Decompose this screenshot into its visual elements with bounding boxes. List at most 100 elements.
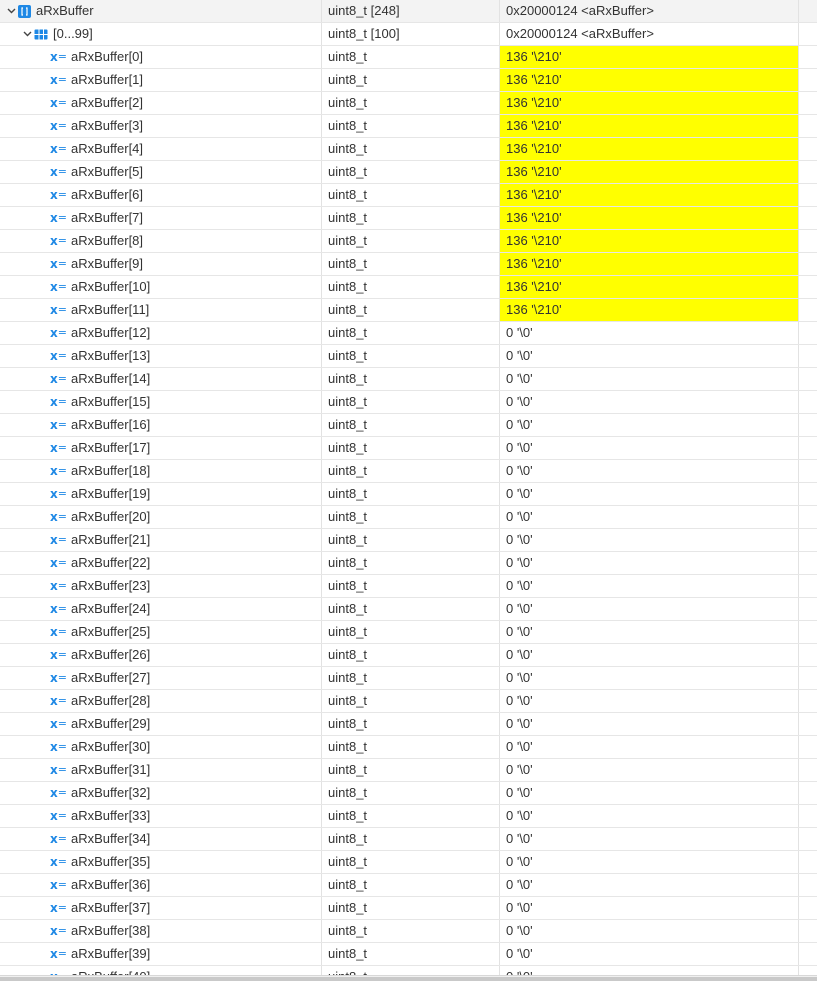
value-cell[interactable]: 0 '\0' bbox=[499, 598, 798, 620]
value-cell[interactable]: 0x20000124 <aRxBuffer> bbox=[499, 23, 798, 45]
tree-row-element[interactable]: x = aRxBuffer[21] uint8_t 0 '\0' bbox=[0, 529, 817, 552]
value-cell[interactable]: 136 '\210' bbox=[499, 230, 798, 252]
variable-name: aRxBuffer[9] bbox=[71, 256, 144, 271]
tree-row-element[interactable]: x = aRxBuffer[36] uint8_t 0 '\0' bbox=[0, 874, 817, 897]
value-cell[interactable]: 0 '\0' bbox=[499, 874, 798, 896]
tree-row-element[interactable]: x = aRxBuffer[26] uint8_t 0 '\0' bbox=[0, 644, 817, 667]
value-cell[interactable]: 136 '\210' bbox=[499, 184, 798, 206]
value-cell[interactable]: 136 '\210' bbox=[499, 138, 798, 160]
tree-row-element[interactable]: x = aRxBuffer[5] uint8_t 136 '\210' bbox=[0, 161, 817, 184]
value-cell[interactable]: 0 '\0' bbox=[499, 644, 798, 666]
tree-row-element[interactable]: x = aRxBuffer[32] uint8_t 0 '\0' bbox=[0, 782, 817, 805]
variable-icon: x= bbox=[50, 234, 67, 248]
value-cell[interactable]: 136 '\210' bbox=[499, 161, 798, 183]
tree-row-element[interactable]: x = aRxBuffer[19] uint8_t 0 '\0' bbox=[0, 483, 817, 506]
value-cell[interactable]: 0 '\0' bbox=[499, 828, 798, 850]
value-cell[interactable]: 0 '\0' bbox=[499, 437, 798, 459]
tree-row-element[interactable]: x = aRxBuffer[16] uint8_t 0 '\0' bbox=[0, 414, 817, 437]
tree-row-root[interactable]: aRxBuffer uint8_t [248] 0x20000124 <aRxB… bbox=[0, 0, 817, 23]
variable-icon: x= bbox=[50, 372, 67, 386]
tree-row-element[interactable]: x = aRxBuffer[20] uint8_t 0 '\0' bbox=[0, 506, 817, 529]
value-cell[interactable]: 0 '\0' bbox=[499, 805, 798, 827]
value-cell[interactable]: 0 '\0' bbox=[499, 851, 798, 873]
chevron-down-icon[interactable] bbox=[4, 0, 18, 22]
tree-row-element[interactable]: x = aRxBuffer[0] uint8_t 136 '\210' bbox=[0, 46, 817, 69]
value-cell[interactable]: 0 '\0' bbox=[499, 483, 798, 505]
variable-icon: x= bbox=[50, 878, 67, 892]
scrollbar-thumb[interactable] bbox=[0, 977, 817, 981]
value-cell[interactable]: 0 '\0' bbox=[499, 506, 798, 528]
variable-icon: x= bbox=[50, 901, 67, 915]
tree-row-element[interactable]: x = aRxBuffer[22] uint8_t 0 '\0' bbox=[0, 552, 817, 575]
value-cell[interactable]: 0 '\0' bbox=[499, 575, 798, 597]
value-cell[interactable]: 0 '\0' bbox=[499, 552, 798, 574]
tree-row-element[interactable]: x = aRxBuffer[17] uint8_t 0 '\0' bbox=[0, 437, 817, 460]
type-cell: uint8_t bbox=[321, 92, 499, 114]
tree-row-element[interactable]: x = aRxBuffer[28] uint8_t 0 '\0' bbox=[0, 690, 817, 713]
value-cell[interactable]: 0x20000124 <aRxBuffer> bbox=[499, 0, 798, 22]
value-cell[interactable]: 136 '\210' bbox=[499, 299, 798, 321]
value-cell[interactable]: 136 '\210' bbox=[499, 46, 798, 68]
value-cell[interactable]: 0 '\0' bbox=[499, 368, 798, 390]
tree-row-element[interactable]: x = aRxBuffer[29] uint8_t 0 '\0' bbox=[0, 713, 817, 736]
tree-row-element[interactable]: x = aRxBuffer[11] uint8_t 136 '\210' bbox=[0, 299, 817, 322]
tree-row-element[interactable]: x = aRxBuffer[9] uint8_t 136 '\210' bbox=[0, 253, 817, 276]
value-cell[interactable]: 0 '\0' bbox=[499, 782, 798, 804]
tree-row-element[interactable]: x = aRxBuffer[18] uint8_t 0 '\0' bbox=[0, 460, 817, 483]
value-cell[interactable]: 136 '\210' bbox=[499, 276, 798, 298]
value-cell[interactable]: 0 '\0' bbox=[499, 713, 798, 735]
type-cell: uint8_t bbox=[321, 851, 499, 873]
variable-icon: x= bbox=[50, 73, 67, 87]
tree-row-element[interactable]: x = aRxBuffer[7] uint8_t 136 '\210' bbox=[0, 207, 817, 230]
tree-row-element[interactable]: x = aRxBuffer[4] uint8_t 136 '\210' bbox=[0, 138, 817, 161]
horizontal-scrollbar[interactable] bbox=[0, 975, 817, 981]
tree-row-element[interactable]: x = aRxBuffer[24] uint8_t 0 '\0' bbox=[0, 598, 817, 621]
tree-row-element[interactable]: x = aRxBuffer[13] uint8_t 0 '\0' bbox=[0, 345, 817, 368]
value-cell[interactable]: 0 '\0' bbox=[499, 759, 798, 781]
tree-row-element[interactable]: x = aRxBuffer[10] uint8_t 136 '\210' bbox=[0, 276, 817, 299]
chevron-down-icon[interactable] bbox=[20, 23, 34, 45]
value-cell[interactable]: 136 '\210' bbox=[499, 69, 798, 91]
value-cell[interactable]: 136 '\210' bbox=[499, 253, 798, 275]
tree-row-element[interactable]: x = aRxBuffer[3] uint8_t 136 '\210' bbox=[0, 115, 817, 138]
tree-row-element[interactable]: x = aRxBuffer[37] uint8_t 0 '\0' bbox=[0, 897, 817, 920]
value-cell[interactable]: 136 '\210' bbox=[499, 115, 798, 137]
value-cell[interactable]: 0 '\0' bbox=[499, 621, 798, 643]
value-cell[interactable]: 0 '\0' bbox=[499, 667, 798, 689]
tree-row-element[interactable]: x = aRxBuffer[38] uint8_t 0 '\0' bbox=[0, 920, 817, 943]
value-cell[interactable]: 0 '\0' bbox=[499, 736, 798, 758]
trailing-cell bbox=[798, 184, 817, 206]
trailing-cell bbox=[798, 115, 817, 137]
tree-row-element[interactable]: x = aRxBuffer[35] uint8_t 0 '\0' bbox=[0, 851, 817, 874]
tree-row-element[interactable]: x = aRxBuffer[30] uint8_t 0 '\0' bbox=[0, 736, 817, 759]
value-cell[interactable]: 0 '\0' bbox=[499, 690, 798, 712]
tree-row-element[interactable]: x = aRxBuffer[33] uint8_t 0 '\0' bbox=[0, 805, 817, 828]
tree-row-element[interactable]: x = aRxBuffer[2] uint8_t 136 '\210' bbox=[0, 92, 817, 115]
tree-row-element[interactable]: x = aRxBuffer[1] uint8_t 136 '\210' bbox=[0, 69, 817, 92]
tree-row-element[interactable]: x = aRxBuffer[6] uint8_t 136 '\210' bbox=[0, 184, 817, 207]
variable-name: aRxBuffer[21] bbox=[71, 532, 151, 547]
tree-row-element[interactable]: x = aRxBuffer[27] uint8_t 0 '\0' bbox=[0, 667, 817, 690]
value-cell[interactable]: 136 '\210' bbox=[499, 92, 798, 114]
type-cell: uint8_t bbox=[321, 207, 499, 229]
tree-row-element[interactable]: x = aRxBuffer[34] uint8_t 0 '\0' bbox=[0, 828, 817, 851]
tree-row-element[interactable]: x = aRxBuffer[25] uint8_t 0 '\0' bbox=[0, 621, 817, 644]
value-cell[interactable]: 0 '\0' bbox=[499, 414, 798, 436]
value-cell[interactable]: 0 '\0' bbox=[499, 391, 798, 413]
value-cell[interactable]: 0 '\0' bbox=[499, 322, 798, 344]
value-cell[interactable]: 136 '\210' bbox=[499, 207, 798, 229]
tree-row-element[interactable]: x = aRxBuffer[14] uint8_t 0 '\0' bbox=[0, 368, 817, 391]
tree-row-element[interactable]: x = aRxBuffer[31] uint8_t 0 '\0' bbox=[0, 759, 817, 782]
tree-row-element[interactable]: x = aRxBuffer[23] uint8_t 0 '\0' bbox=[0, 575, 817, 598]
value-cell[interactable]: 0 '\0' bbox=[499, 529, 798, 551]
value-cell[interactable]: 0 '\0' bbox=[499, 897, 798, 919]
value-cell[interactable]: 0 '\0' bbox=[499, 345, 798, 367]
value-cell[interactable]: 0 '\0' bbox=[499, 943, 798, 965]
tree-row-element[interactable]: x = aRxBuffer[8] uint8_t 136 '\210' bbox=[0, 230, 817, 253]
tree-row-group[interactable]: [0...99] uint8_t [100] 0x20000124 <aRxBu… bbox=[0, 23, 817, 46]
tree-row-element[interactable]: x = aRxBuffer[39] uint8_t 0 '\0' bbox=[0, 943, 817, 966]
value-cell[interactable]: 0 '\0' bbox=[499, 460, 798, 482]
tree-row-element[interactable]: x = aRxBuffer[12] uint8_t 0 '\0' bbox=[0, 322, 817, 345]
tree-row-element[interactable]: x = aRxBuffer[15] uint8_t 0 '\0' bbox=[0, 391, 817, 414]
value-cell[interactable]: 0 '\0' bbox=[499, 920, 798, 942]
